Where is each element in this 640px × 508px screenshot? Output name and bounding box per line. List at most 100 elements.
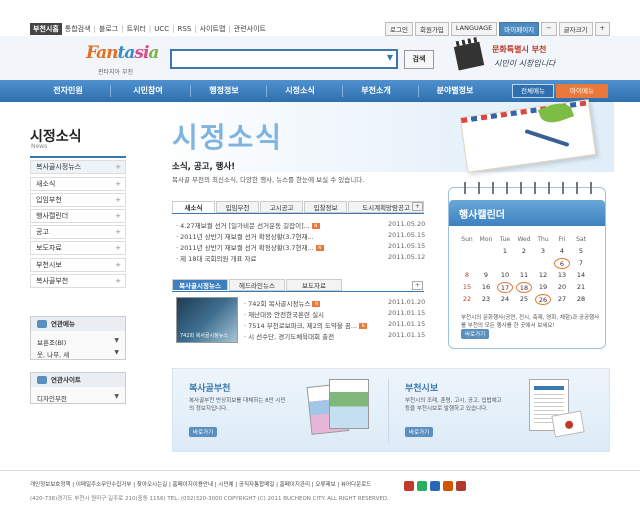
calendar-more-button[interactable]: 바로가기 [461, 329, 490, 339]
gazette-title[interactable]: 부천시보 [405, 381, 438, 394]
more-button[interactable]: + [412, 281, 423, 290]
calendar-day[interactable]: 24 [497, 294, 513, 305]
calendar-day[interactable]: 21 [573, 282, 589, 293]
chevron-down-icon[interactable]: ▼ [387, 53, 393, 62]
calendar-day[interactable]: 9 [478, 270, 494, 281]
calendar-day[interactable]: 7 [573, 258, 589, 269]
tab-bid[interactable]: 입찰정보 [304, 201, 348, 213]
calendar-day[interactable]: 22 [459, 294, 475, 305]
excel-viewer-icon[interactable] [417, 481, 427, 491]
list-item[interactable]: · 제 18대 국회의원 개표 자료 [176, 253, 256, 263]
site-logo[interactable]: Fantasia [86, 43, 159, 63]
nav-item-field[interactable]: 분야별정보 [420, 80, 490, 102]
list-item[interactable]: · 시 선수단, 경기도체육대회 출전 [244, 331, 334, 341]
util-twitter[interactable]: 트위터 [127, 24, 146, 34]
join-button[interactable]: 회원가입 [414, 22, 449, 36]
calendar-day[interactable]: 25 [516, 294, 532, 305]
calendar-day[interactable]: 16 [478, 282, 494, 293]
calendar-day[interactable]: 6 [554, 258, 570, 269]
calendar-day[interactable]: 12 [535, 270, 551, 281]
sidebar-item-newsletter[interactable]: 복사골시정뉴스 + [30, 160, 126, 174]
pdf-viewer-icon[interactable] [456, 481, 466, 491]
gazette-more-button[interactable]: 바로가기 [405, 427, 434, 437]
calendar-day[interactable]: 17 [497, 282, 513, 293]
util-search[interactable]: 통합검색 [65, 24, 91, 34]
calendar-day[interactable]: 13 [554, 270, 570, 281]
font-plus-button[interactable]: + [594, 22, 610, 36]
calendar-day[interactable]: 28 [573, 294, 589, 305]
list-item[interactable]: · 7514 부천로보파크, 제2의 도약을 꿈... N [244, 320, 368, 330]
tab-notice[interactable]: 고시공고 [260, 201, 304, 213]
tab-bucheon[interactable]: 입임부천 [216, 201, 260, 213]
calendar-day[interactable]: 27 [554, 294, 570, 305]
nav-item-news[interactable]: 시정소식 [270, 80, 330, 102]
event-calendar[interactable]: 행사캘린더 Sun Mon Tue Wed Thu Fri Sat 1 2 3 4 5 6 7 8 9 10 11… [448, 182, 606, 349]
sidebar-item-gazette[interactable]: 부천시보 + [30, 258, 126, 272]
tab-press[interactable]: 보도자료 [286, 279, 342, 291]
search-button[interactable]: 검색 [404, 50, 434, 69]
calendar-day[interactable]: 23 [478, 294, 494, 305]
tab-headline[interactable]: 헤드라인뉴스 [229, 279, 285, 291]
mypage-button[interactable]: 마이페이지 [499, 22, 540, 36]
calendar-day[interactable]: 10 [497, 270, 513, 281]
list-item[interactable]: · 742회 복사골시정뉴스 N [244, 298, 321, 308]
sidebar-item-news[interactable]: 새소식 + [30, 177, 126, 191]
calendar-day[interactable]: 19 [535, 282, 551, 293]
calendar-day[interactable]: 2 [516, 246, 532, 257]
hwp-viewer-icon[interactable] [404, 481, 414, 491]
footer-links[interactable]: 개인정보보호정책 | 이메일주소무단수집거부 | 찾아오시는길 | 홈페이지이용… [30, 480, 371, 488]
word-viewer-icon[interactable] [430, 481, 440, 491]
util-ucc[interactable]: UCC [154, 25, 169, 33]
page-subtitle: 소식, 공고, 행사! [172, 162, 236, 172]
boksagol-more-button[interactable]: 바로가기 [189, 427, 218, 437]
list-item[interactable]: · 4.27재보궐 선거 [일가비문 선거운동 길잡이]... N [176, 220, 320, 230]
related-menu-item[interactable]: 웃, 나무, 새 [37, 349, 69, 359]
sidebar-item-boksagol[interactable]: 복사골부천 + [30, 274, 126, 288]
calendar-day[interactable]: 8 [459, 270, 475, 281]
util-sitemap[interactable]: 사이트맵 [200, 24, 226, 34]
ppt-viewer-icon[interactable] [443, 481, 453, 491]
logo-subtitle: 판타지아 부천 [98, 69, 134, 76]
calendar-day[interactable]: 3 [535, 246, 551, 257]
list-date: 2011.05.12 [388, 253, 426, 261]
nav-item-about[interactable]: 부천소개 [346, 80, 406, 102]
promo-banner[interactable]: 문화특별시 부천 시민이 시장입니다 [453, 40, 616, 76]
nav-item-admin[interactable]: 행정정보 [194, 80, 254, 102]
list-item[interactable]: · 재난대응 안전한국훈련 실시 [244, 309, 324, 319]
calendar-day[interactable]: 20 [554, 282, 570, 293]
my-menu-button[interactable]: 마이메뉴 [556, 84, 608, 98]
calendar-day[interactable]: 18 [516, 282, 532, 293]
related-menu-item[interactable]: 보훈조(Bl) [37, 337, 66, 347]
sidebar-item-calendar[interactable]: 행사캘린더 + [30, 209, 126, 223]
related-site-item[interactable]: 디자인부천 [37, 393, 67, 403]
util-rss[interactable]: RSS [178, 25, 192, 33]
sidebar-item-bucheon[interactable]: 입임부천 + [30, 193, 126, 207]
language-select[interactable]: LANGUAGE [450, 22, 498, 36]
calendar-day[interactable]: 15 [459, 282, 475, 293]
tab-news[interactable]: 새소식 [172, 201, 216, 213]
util-home[interactable]: 부천시홈 [30, 23, 62, 35]
sidebar-item-press[interactable]: 보도자료 + [30, 241, 126, 255]
calendar-day[interactable]: 1 [497, 246, 513, 257]
util-blog[interactable]: 블로그 [99, 24, 118, 34]
util-related[interactable]: 관련사이트 [234, 24, 266, 34]
news-thumbnail[interactable]: 742회 복사골시정뉴스 [176, 297, 238, 343]
more-button[interactable]: + [412, 202, 423, 211]
boksagol-title[interactable]: 복사골부천 [189, 381, 230, 394]
calendar-day[interactable]: 5 [573, 246, 589, 257]
calendar-day[interactable]: 26 [535, 294, 551, 305]
search-input[interactable]: ▼ [170, 49, 398, 69]
nav-item-participation[interactable]: 시민참여 [118, 80, 178, 102]
promo-line1: 문화특별시 부천 [492, 45, 547, 54]
tab-newsletter[interactable]: 복사골시정뉴스 [172, 279, 228, 291]
calendar-day[interactable]: 14 [573, 270, 589, 281]
nav-item-civil[interactable]: 전자민원 [38, 80, 98, 102]
calendar-day[interactable]: 11 [516, 270, 532, 281]
font-minus-button[interactable]: − [541, 22, 557, 36]
login-button[interactable]: 로그인 [385, 22, 413, 36]
list-item[interactable]: · 2011년 상반기 재보궐 선거 확정상황(3.7현재... [176, 231, 314, 241]
calendar-day[interactable]: 4 [554, 246, 570, 257]
all-menu-button[interactable]: 전체메뉴 [512, 84, 554, 98]
sidebar-item-notice[interactable]: 공고 + [30, 225, 126, 239]
list-item[interactable]: · 2011년 상반기 재보궐 선거 확정상황(3.7현재... N [176, 242, 324, 252]
